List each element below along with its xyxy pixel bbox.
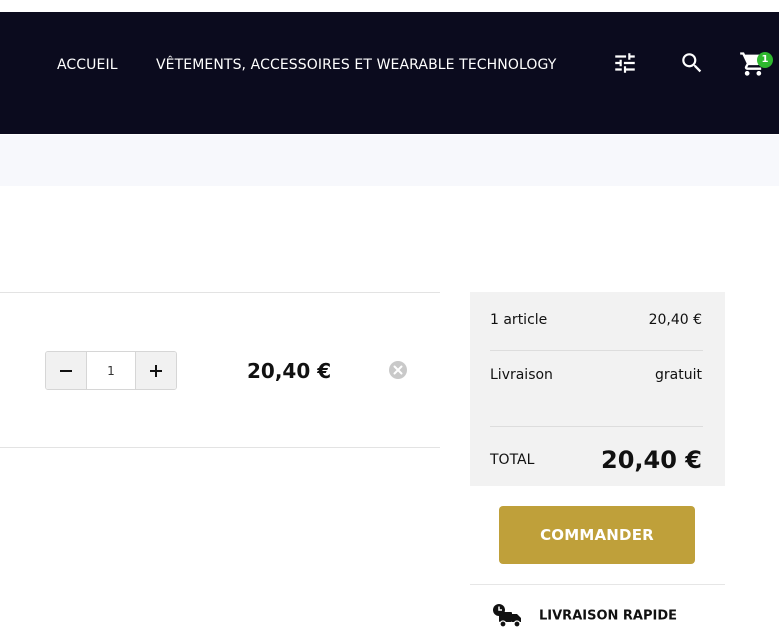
nav-category-link[interactable]: VÊTEMENTS, ACCESSOIRES ET WEARABLE TECHN… (156, 57, 556, 73)
filter-sliders-icon[interactable] (612, 50, 638, 76)
top-navbar (0, 12, 779, 134)
remove-item-icon[interactable] (388, 360, 408, 380)
cart-count-badge: 1 (757, 52, 773, 68)
total-label: TOTAL (490, 452, 535, 468)
shipping-label: Livraison (490, 367, 553, 383)
cart-item-price: 20,40 € (247, 359, 332, 383)
minus-icon (60, 369, 72, 372)
breadcrumb-band (0, 135, 779, 186)
items-count-label: 1 article (490, 312, 548, 328)
items-subtotal-value: 20,40 € (648, 312, 702, 328)
summary-divider (490, 426, 703, 427)
cart-summary: 1 article 20,40 € Livraison gratuit TOTA… (470, 292, 725, 486)
fast-delivery-label: LIVRAISON RAPIDE (539, 608, 678, 624)
fast-delivery-truck-icon (493, 604, 521, 628)
reassurance-divider (470, 584, 725, 585)
decrease-quantity-button[interactable] (46, 352, 86, 389)
cart-item-top-divider (0, 292, 440, 293)
quantity-stepper (45, 351, 177, 390)
quantity-input[interactable] (86, 352, 136, 389)
plus-icon (150, 364, 162, 377)
shipping-value: gratuit (655, 367, 702, 383)
summary-divider (490, 350, 703, 351)
nav-home-link[interactable]: ACCUEIL (57, 57, 118, 73)
search-icon[interactable] (679, 50, 705, 76)
total-value: 20,40 € (601, 446, 702, 474)
cart-item-bottom-divider (0, 447, 440, 448)
increase-quantity-button[interactable] (136, 352, 176, 389)
cart-page: ACCUEIL VÊTEMENTS, ACCESSOIRES ET WEARAB… (0, 0, 779, 631)
order-button[interactable]: COMMANDER (499, 506, 695, 564)
